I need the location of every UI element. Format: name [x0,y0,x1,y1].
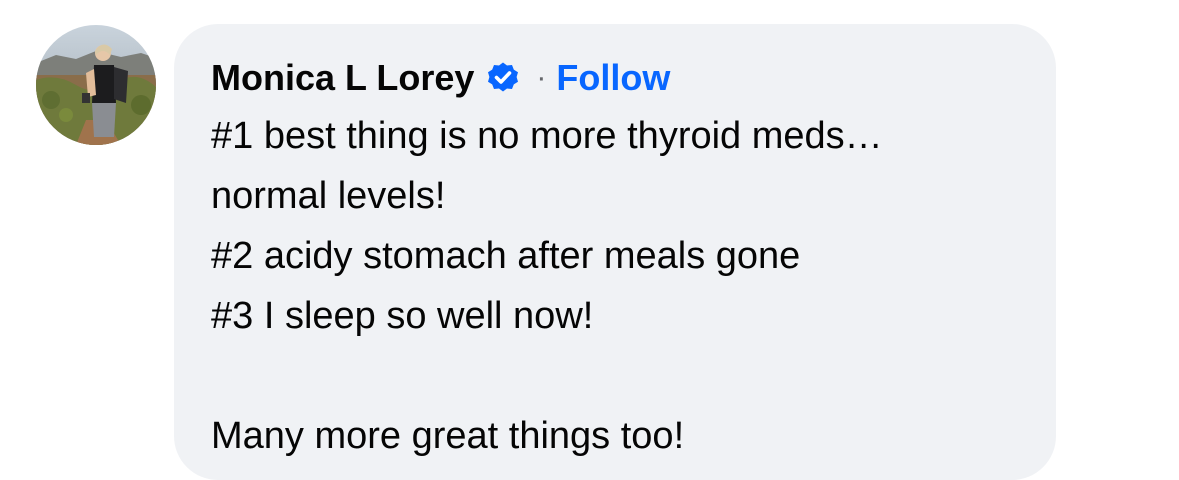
comment-line: #3 I sleep so well now! [211,295,594,337]
author-name[interactable]: Monica L Lorey [211,57,474,99]
avatar-photo [36,25,156,145]
comment-row: Monica L Lorey · Follow #1 best thing is… [0,0,1179,480]
verified-badge-icon [486,61,520,95]
comment-header: Monica L Lorey · Follow [211,50,1020,106]
comment-line: normal levels! [211,175,446,217]
follow-button[interactable]: Follow [556,57,670,99]
comment-line-blank [211,346,1020,406]
avatar[interactable] [36,25,156,145]
comment-line: #1 best thing is no more thyroid meds… [211,115,883,157]
separator-dot: · [536,61,547,94]
comment-bubble: Monica L Lorey · Follow #1 best thing is… [174,24,1056,480]
comment-line: #2 acidy stomach after meals gone [211,235,801,277]
comment-text: #1 best thing is no more thyroid meds… n… [211,106,1020,466]
comment-line: Many more great things too! [211,415,685,457]
